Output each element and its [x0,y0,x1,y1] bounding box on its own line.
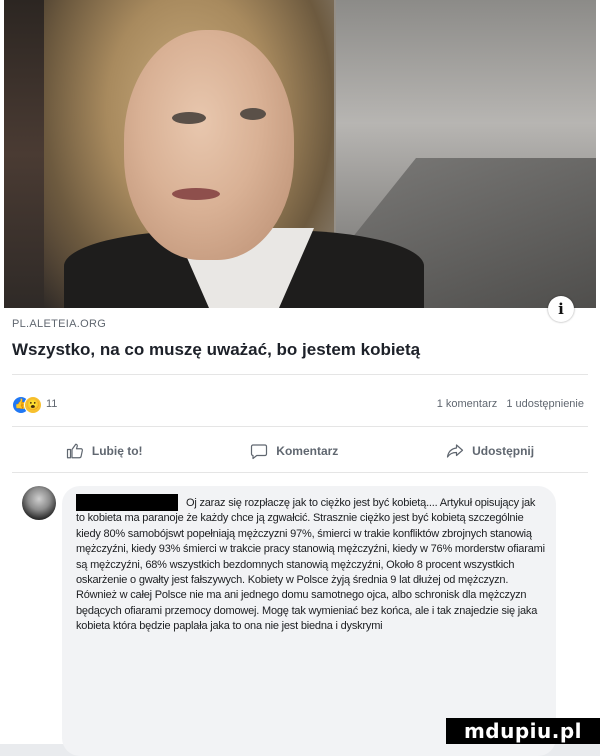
divider [12,374,588,375]
comment-count-link[interactable]: 1 komentarz [437,398,498,410]
wow-reaction-icon: 😮 [24,396,42,414]
woman-lips [172,188,220,200]
action-bar: Lubię to! Komentarz Udostępnij [12,436,588,466]
like-label: Lubię to! [91,444,143,458]
thumbs-up-icon [66,443,83,459]
link-preview-image[interactable] [4,0,596,308]
share-button[interactable]: Udostępnij [446,442,534,460]
commenter-avatar[interactable] [22,486,56,520]
speech-bubble-icon [251,444,268,460]
share-count-link[interactable]: 1 udostępnienie [506,398,584,410]
comment-label: Komentarz [276,444,339,458]
divider [12,426,588,427]
link-title[interactable]: Wszystko, na co muszę uważać, bo jestem … [12,340,420,360]
link-domain[interactable]: PL.ALETEIA.ORG [12,318,106,330]
share-label: Udostępnij [472,444,535,458]
woman-eye-left [172,112,206,124]
engagement-counts: 1 komentarz 1 udostępnienie [431,398,584,410]
info-icon[interactable]: i [548,296,574,322]
comment-button[interactable]: Komentarz [250,442,338,460]
share-arrow-icon [446,444,464,458]
watermark-logo: mdupiu.pl [446,718,600,744]
comment-text: Oj zaraz się rozpłaczę jak to ciężko jes… [76,497,545,633]
divider [12,472,588,473]
woman-face [124,30,294,260]
reaction-count: 11 [46,398,58,410]
woman-eye-right [240,108,266,120]
like-button[interactable]: Lubię to! [66,442,143,460]
facebook-post: i PL.ALETEIA.ORG Wszystko, na co muszę u… [0,0,600,756]
